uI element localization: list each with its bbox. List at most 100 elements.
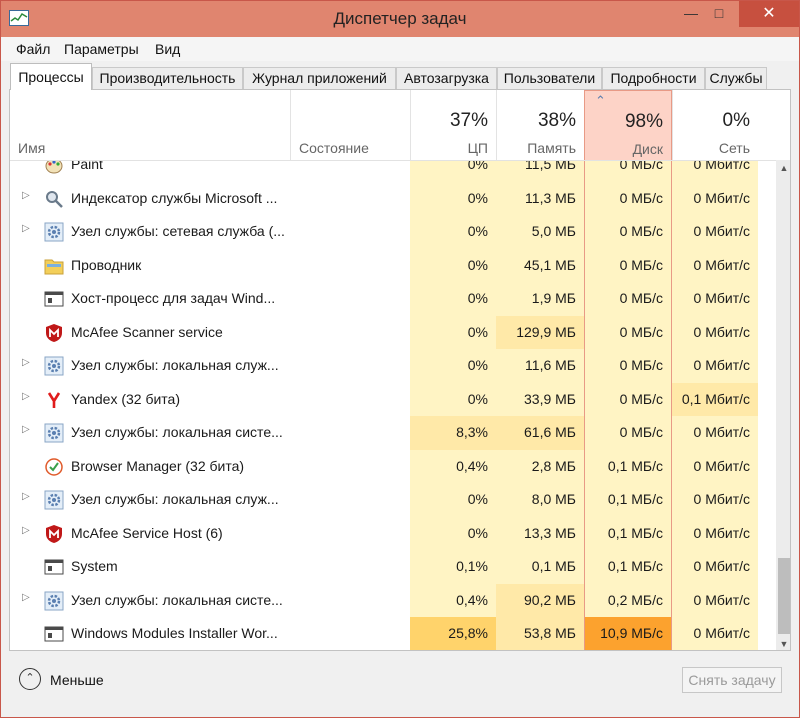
menu-view[interactable]: Вид: [155, 41, 180, 57]
process-row[interactable]: System 0,1% 0,1 МБ 0,1 МБ/с 0 Мбит/с: [10, 550, 776, 584]
title-bar[interactable]: Диспетчер задач — □ ✕: [1, 1, 799, 37]
process-row[interactable]: Paint 0% 11,5 МБ 0 МБ/с 0 Мбит/с: [10, 161, 776, 182]
process-name-cell[interactable]: McAfee Scanner service: [10, 316, 290, 350]
cpu-value: 0%: [467, 323, 488, 340]
expand-chevron-icon[interactable]: ▷: [22, 525, 30, 536]
network-value: 0 Мбит/с: [693, 558, 750, 574]
process-name: Windows Modules Installer Wor...: [71, 625, 278, 641]
disk-cell: 0 МБ/с: [584, 349, 672, 383]
network-cell: 0 Мбит/с: [672, 516, 758, 550]
process-row[interactable]: McAfee Scanner service 0% 129,9 МБ 0 МБ/с 0 …: [10, 315, 776, 350]
menu-options[interactable]: Параметры: [64, 41, 139, 57]
column-header-memory[interactable]: 38% Память: [496, 90, 584, 160]
column-header-cpu[interactable]: 37% ЦП: [410, 90, 496, 160]
process-row[interactable]: ▷ McAfee Service Host (6) 0% 13,3 МБ 0,1 МБ/…: [10, 516, 776, 551]
process-row[interactable]: ▷ Узел службы: локальная систе... 8,3% 61,6…: [10, 416, 776, 450]
processes-panel: Имя Состояние 37% ЦП 38% Память ⌃ 98% Ди…: [9, 89, 791, 651]
cpu-value: 0%: [467, 256, 488, 273]
cpu-label: ЦП: [467, 140, 488, 156]
vertical-scrollbar[interactable]: ▲ ▼: [776, 160, 790, 650]
disk-value: 0,2 МБ/с: [607, 591, 663, 608]
cpu-value: 0,1%: [456, 558, 488, 574]
tab-app-history[interactable]: Журнал приложений: [243, 67, 396, 89]
memory-cell: 90,2 МБ: [496, 583, 584, 617]
cpu-value: 0%: [467, 189, 488, 206]
process-row[interactable]: ▷ Узел службы: локальная систе... 0,4% 90,2…: [10, 583, 776, 618]
menu-bar: Файл Параметры Вид: [1, 37, 799, 61]
column-header-name[interactable]: Имя: [10, 90, 290, 160]
tab-processes[interactable]: Процессы: [10, 63, 92, 90]
process-name-cell[interactable]: ▷ Индексатор службы Microsoft ...: [10, 182, 290, 216]
disk-cell: 0,2 МБ/с: [584, 583, 672, 617]
process-row[interactable]: Browser Manager (32 бита) 0,4% 2,8 МБ 0,1 М…: [10, 449, 776, 484]
process-name-cell[interactable]: ▷ Узел службы: локальная служ...: [10, 349, 290, 383]
memory-cell: 11,3 МБ: [496, 181, 584, 215]
disk-value: 0 МБ/с: [619, 223, 663, 239]
network-value: 0 Мбит/с: [693, 524, 750, 541]
process-name-cell[interactable]: ▷ Yandex (32 бита): [10, 383, 290, 417]
memory-value: 13,3 МБ: [524, 524, 576, 541]
process-name-cell[interactable]: ▷ Узел службы: локальная систе...: [10, 584, 290, 618]
tab-performance[interactable]: Производительность: [92, 67, 243, 89]
disk-cell: 0,1 МБ/с: [584, 483, 672, 517]
process-row[interactable]: Проводник 0% 45,1 МБ 0 МБ/с 0 Мбит/с: [10, 248, 776, 283]
process-name-cell[interactable]: Хост-процесс для задач Wind...: [10, 282, 290, 316]
scroll-down-icon[interactable]: ▼: [776, 636, 790, 650]
column-header-disk[interactable]: ⌃ 98% Диск: [584, 90, 672, 160]
window-icon: [44, 289, 64, 309]
memory-cell: 45,1 МБ: [496, 248, 584, 282]
chevron-up-icon[interactable]: ⌃: [19, 668, 41, 690]
process-row[interactable]: ▷ Yandex (32 бита) 0% 33,9 МБ 0 МБ/с 0,1 Мбит…: [10, 382, 776, 417]
process-name-cell[interactable]: ▷ Узел службы: сетевая служба (...: [10, 215, 290, 249]
process-name-cell[interactable]: ▷ McAfee Service Host (6): [10, 517, 290, 551]
tab-startup[interactable]: Автозагрузка: [396, 67, 497, 89]
scroll-up-icon[interactable]: ▲: [776, 160, 790, 176]
expand-chevron-icon[interactable]: ▷: [22, 592, 30, 603]
tab-users[interactable]: Пользователи: [497, 67, 602, 89]
process-name-cell[interactable]: ▷ Узел службы: локальная систе...: [10, 416, 290, 450]
expand-chevron-icon[interactable]: ▷: [22, 357, 30, 368]
network-value: 0 Мбит/с: [693, 424, 750, 440]
memory-cell: 2,8 МБ: [496, 449, 584, 483]
tab-services[interactable]: Службы: [705, 67, 767, 89]
tab-details[interactable]: Подробности: [602, 67, 705, 89]
fewer-details-link[interactable]: Меньше: [50, 672, 104, 688]
end-task-button[interactable]: Снять задачу: [682, 667, 782, 693]
expand-chevron-icon[interactable]: ▷: [22, 491, 30, 502]
network-value: 0 Мбит/с: [693, 457, 750, 474]
column-header-status[interactable]: Состояние: [290, 90, 410, 160]
cpu-value: 0%: [467, 223, 488, 239]
process-name-cell[interactable]: Windows Modules Installer Wor...: [10, 617, 290, 650]
process-name-cell[interactable]: System: [10, 550, 290, 584]
expand-chevron-icon[interactable]: ▷: [22, 424, 30, 435]
process-name-cell[interactable]: Browser Manager (32 бита): [10, 450, 290, 484]
network-value: 0 Мбит/с: [693, 323, 750, 340]
expand-chevron-icon[interactable]: ▷: [22, 391, 30, 402]
column-header-network[interactable]: 0% Сеть: [672, 90, 758, 160]
menu-file[interactable]: Файл: [16, 41, 50, 57]
process-name: Узел службы: сетевая служба (...: [71, 223, 285, 239]
expand-chevron-icon[interactable]: ▷: [22, 190, 30, 201]
process-row[interactable]: ▷ Узел службы: локальная служ... 0% 8,0 МБ 0…: [10, 483, 776, 517]
process-row[interactable]: ▷ Индексатор службы Microsoft ... 0% 11,3 М…: [10, 181, 776, 216]
scrollbar-thumb[interactable]: [778, 558, 790, 634]
process-row[interactable]: Хост-процесс для задач Wind... 0% 1,9 МБ 0 …: [10, 282, 776, 316]
close-icon[interactable]: ✕: [739, 1, 799, 27]
service-host-icon: [44, 591, 64, 611]
maximize-icon[interactable]: □: [705, 1, 733, 27]
window-icon: [44, 624, 64, 644]
expand-chevron-icon[interactable]: ▷: [22, 223, 30, 234]
process-row[interactable]: Windows Modules Installer Wor... 25,8% 53,…: [10, 617, 776, 650]
cpu-cell: 25,8%: [410, 617, 496, 650]
memory-value: 5,0 МБ: [531, 223, 576, 239]
network-value: 0 Мбит/с: [693, 357, 750, 373]
task-manager-window: Диспетчер задач — □ ✕ Файл Параметры Вид…: [0, 0, 800, 718]
minimize-icon[interactable]: —: [677, 1, 705, 27]
network-cell: 0 Мбит/с: [672, 349, 758, 383]
process-name-cell[interactable]: Paint: [10, 161, 290, 182]
disk-cell: 0,1 МБ/с: [584, 550, 672, 584]
process-row[interactable]: ▷ Узел службы: сетевая служба (... 0% 5,0 М…: [10, 215, 776, 249]
process-name-cell[interactable]: ▷ Узел службы: локальная служ...: [10, 483, 290, 517]
process-name-cell[interactable]: Проводник: [10, 249, 290, 283]
process-row[interactable]: ▷ Узел службы: локальная служ... 0% 11,6 МБ…: [10, 349, 776, 383]
